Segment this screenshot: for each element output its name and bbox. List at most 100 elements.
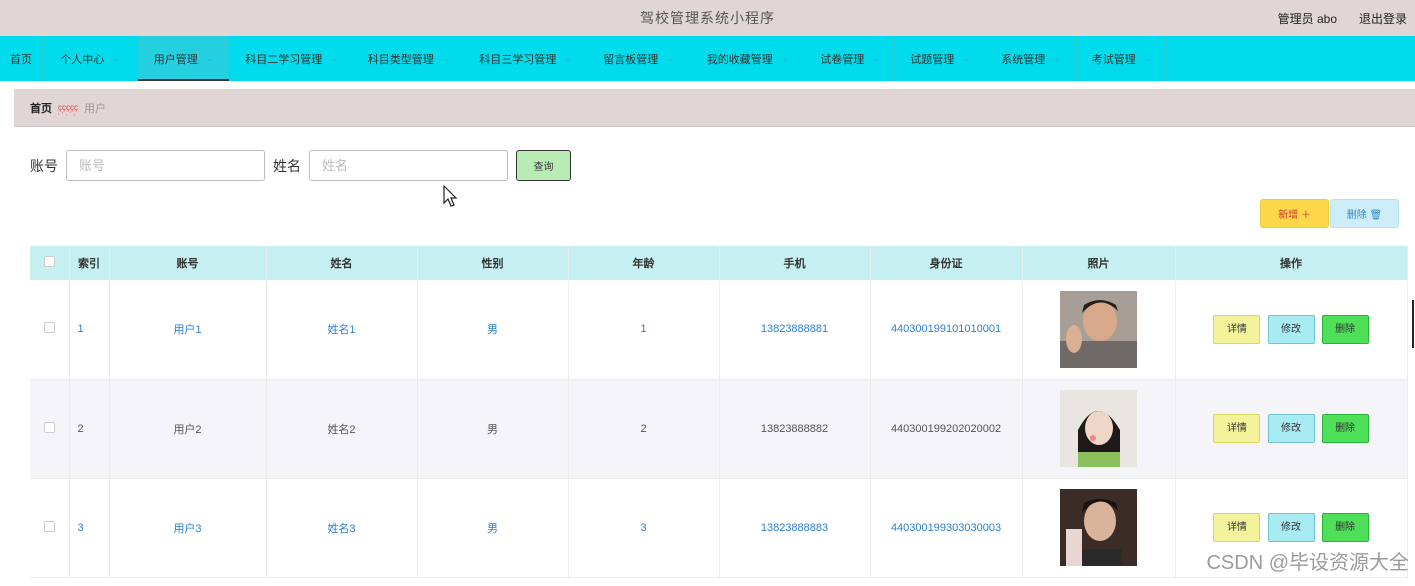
edit-button[interactable]: 修改 [1267,314,1315,344]
account-label: 账号 [30,157,58,174]
column-header-name: 姓名 [266,246,418,280]
nav-item-favorites[interactable]: 我的收藏管理 ⌄ [690,36,806,81]
column-header-actions: 操作 [1175,246,1408,280]
nav-item-label: 考试管理 [1091,53,1136,66]
admin-user-label: 管理员 abo [1277,12,1337,26]
cell-id-card: 440300199202020002 [870,379,1023,479]
cell-name: 姓名2 [266,379,418,479]
cell-id-card: 440300199303030003 [870,478,1023,578]
nav-item-personal-center[interactable]: 个人中心 ⌄ [43,36,138,81]
chevron-down-icon: ⌄ [112,53,120,63]
column-header-index: 索引 [69,246,110,280]
table-row: 3 用户3 姓名3 男 3 13823888883 44030019930303… [30,478,1408,578]
app-title: 驾校管理系统小程序 [640,10,775,26]
detail-button[interactable]: 详情 [1213,314,1261,344]
nav-item-home[interactable]: 首页 [0,36,43,81]
main-navbar: 首页 个人中心 ⌄ 用户管理 ⌄ 科目二学习管理 ⌄ 科目类型管理 ⌄ 科目三学… [0,36,1415,81]
chevron-down-icon: ⌄ [872,53,880,63]
account-search-input[interactable] [66,150,265,181]
nav-item-label: 我的收藏管理 [706,53,773,66]
cell-name: 姓名3 [266,478,418,578]
delete-button[interactable]: 删除 [1321,513,1369,542]
nav-item-questions[interactable]: 试题管理 ⌄ [895,36,986,81]
detail-button[interactable]: 详情 [1213,513,1261,542]
cell-age: 1 [568,280,720,380]
nav-item-label: 试题管理 [910,53,955,66]
nav-item-message-board[interactable]: 留言板管理 ⌄ [588,36,690,81]
chevron-down-icon: ⌄ [1053,53,1061,63]
nav-item-exam-management[interactable]: 考试管理 ⌄ [1077,36,1167,81]
chevron-down-icon: ⌄ [666,53,674,63]
column-header-photo: 照片 [1022,246,1176,280]
user-table: 索引 账号 姓名 性别 年龄 手机 身份证 照片 操作 1 用户1 姓名1 男 … [30,246,1408,578]
column-header-account: 账号 [109,246,267,280]
cell-index: 3 [69,478,110,578]
nav-item-subject2-study[interactable]: 科目二学习管理 ⌄ [230,36,354,81]
nav-item-subject-type[interactable]: 科目类型管理 ⌄ [354,36,464,81]
cell-phone: 13823888881 [719,280,871,380]
select-all-checkbox[interactable] [43,256,55,267]
chevron-down-icon: ⌄ [1143,53,1152,63]
chevron-down-icon: ⌄ [962,53,970,63]
row-select-cell[interactable] [30,379,70,479]
nav-item-system[interactable]: 系统管理 ⌄ [986,36,1077,81]
row-checkbox[interactable] [43,421,55,433]
scrollbar-thumb[interactable] [1412,300,1414,348]
watermark-text: CSDN @毕设资源大全 [1206,552,1409,574]
edit-button[interactable]: 修改 [1267,414,1315,443]
name-label: 姓名 [273,157,301,174]
nav-item-label: 科目三学习管理 [479,53,557,66]
cell-phone: 13823888883 [719,478,871,578]
user-photo [1060,290,1137,368]
column-header-age: 年龄 [568,246,720,280]
nav-item-label: 个人中心 [60,53,105,66]
cell-photo [1022,280,1176,380]
breadcrumb-current: 用户 [84,102,106,115]
row-checkbox[interactable] [43,520,55,532]
column-header-id-card: 身份证 [870,246,1023,280]
nav-item-subject3-study[interactable]: 科目三学习管理 ⌄ [464,36,588,81]
nav-item-label: 留言板管理 [603,53,659,66]
row-select-cell[interactable] [30,280,70,380]
header-select-all[interactable] [30,246,70,280]
row-checkbox[interactable] [43,322,55,334]
delete-button[interactable]: 删除 [1321,314,1369,344]
delete-button[interactable]: 删除 [1321,414,1369,443]
query-button[interactable]: 查询 [516,150,571,181]
nav-item-label: 用户管理 [153,53,198,66]
breadcrumb-home[interactable]: 首页 [30,100,52,116]
chevron-down-icon: ⌄ [330,53,338,63]
table-row: 1 用户1 姓名1 男 1 13823888881 44030019910101… [30,280,1408,380]
breadcrumb-separator: ççççç [58,103,78,112]
chevron-down-icon: ⌄ [441,53,450,63]
top-header: 驾校管理系统小程序 管理员 abo 退出登录 [0,0,1415,36]
cell-gender: 男 [417,478,569,578]
edit-button[interactable]: 修改 [1267,513,1315,542]
nav-item-label: 科目二学习管理 [245,53,323,66]
cell-gender: 男 [417,379,569,479]
cell-age: 2 [568,379,720,479]
cell-name: 姓名1 [266,280,418,380]
row-select-cell[interactable] [30,478,70,578]
logout-link[interactable]: 退出登录 [1359,10,1407,27]
cell-phone: 13823888882 [719,379,871,479]
cell-index: 2 [69,379,110,479]
nav-item-exam-paper[interactable]: 试卷管理 ⌄ [806,36,895,81]
cell-id-card: 440300199101010001 [870,280,1023,380]
add-button[interactable]: 新增 ＋ [1260,199,1329,228]
batch-delete-button[interactable]: 删除 🗑 [1330,199,1399,228]
nav-item-label: 系统管理 [1001,53,1046,66]
search-form: 账号 姓名 查询 [30,150,571,181]
cell-account: 用户3 [109,478,267,578]
nav-item-user-management[interactable]: 用户管理 ⌄ [138,36,230,81]
name-search-input[interactable] [309,150,508,181]
cell-account: 用户1 [109,280,267,380]
cell-actions: 详情 修改 删除 [1175,280,1408,380]
chevron-down-icon: ⌄ [564,53,572,63]
cell-actions: 详情 修改 删除 [1175,379,1408,479]
nav-item-label: 试卷管理 [820,53,865,66]
chevron-down-icon: ⌄ [205,53,214,63]
cell-gender: 男 [417,280,569,380]
nav-item-label: 首页 [10,53,32,66]
detail-button[interactable]: 详情 [1213,414,1261,443]
